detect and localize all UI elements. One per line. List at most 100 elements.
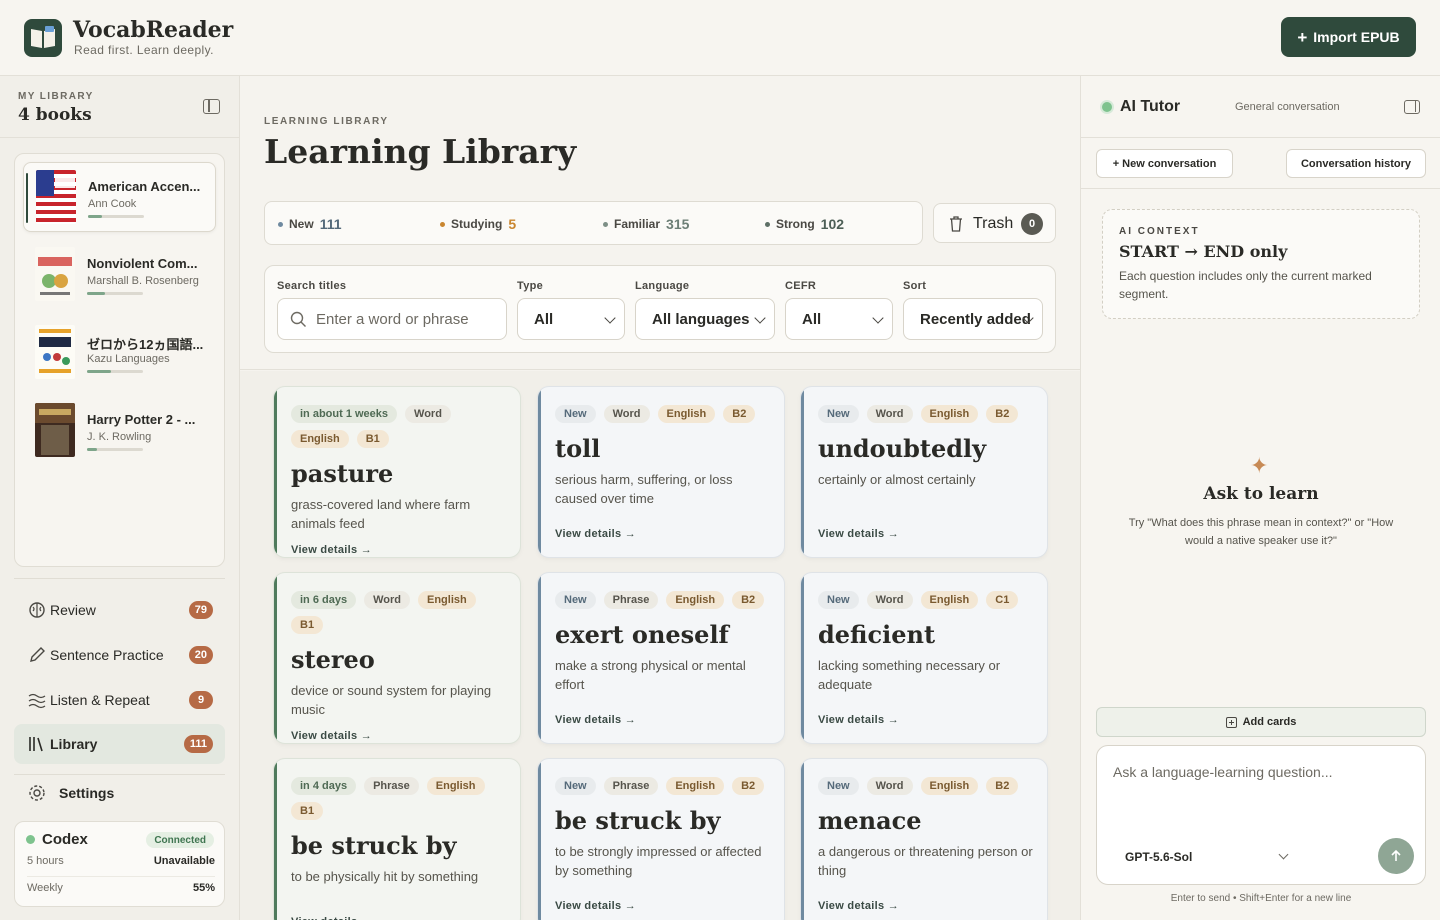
- card-tags: New Word English C1: [818, 591, 1034, 609]
- card-definition: device or sound system for playing music: [291, 683, 492, 717]
- cefr-select[interactable]: All: [785, 298, 893, 340]
- type-select-value: All: [534, 311, 554, 328]
- app-tagline: Read first. Learn deeply.: [74, 43, 214, 57]
- tag-lang: English: [920, 591, 979, 609]
- search-field[interactable]: [277, 298, 507, 340]
- waves-icon: [28, 693, 46, 709]
- books-icon: [29, 737, 43, 752]
- trash-button[interactable]: Trash 0: [933, 203, 1056, 243]
- context-title: START → END only: [1119, 242, 1288, 261]
- book-item[interactable]: Harry Potter 2 - ... J. K. Rowling: [23, 396, 216, 466]
- nav-item-library[interactable]: Library 111: [14, 724, 225, 764]
- nav-item-review[interactable]: Review 79: [14, 590, 225, 630]
- view-details-link[interactable]: View details →: [291, 916, 372, 920]
- sparkle-icon: ✦: [1250, 453, 1269, 478]
- card-tags: in about 1 weeks Word English B1: [291, 405, 507, 448]
- card-definition: lacking something necessary or adequate: [818, 658, 1001, 692]
- card-term: toll: [555, 434, 601, 463]
- vocab-card-grid: in about 1 weeks Word English B1 pasture gras…: [240, 371, 1080, 920]
- stat-new[interactable]: New 111: [278, 216, 342, 232]
- sidebar-collapse-icon[interactable]: [203, 99, 220, 114]
- view-details-link[interactable]: View details →: [555, 900, 636, 912]
- conversation-history-button[interactable]: Conversation history: [1286, 149, 1426, 178]
- review-count-badge: 79: [188, 601, 213, 619]
- trash-icon: [950, 216, 962, 232]
- type-select[interactable]: All: [517, 298, 625, 340]
- sort-select[interactable]: Recently added: [903, 298, 1043, 340]
- book-item[interactable]: Nonviolent Com... Marshall B. Rosenberg: [23, 240, 216, 310]
- view-details-link[interactable]: View details →: [555, 714, 636, 726]
- view-details-link[interactable]: View details →: [291, 544, 372, 556]
- book-progress: [87, 370, 143, 373]
- pencil-icon: [30, 647, 45, 662]
- vocab-card[interactable]: New Phrase English B2 be struck by to be stro…: [537, 758, 785, 920]
- tag-type: Phrase: [364, 777, 419, 795]
- vocab-card[interactable]: New Word English B2 undoubtedly certainly or …: [800, 386, 1048, 558]
- vocab-card[interactable]: in 4 days Phrase English B1 be struck by to b…: [273, 758, 521, 920]
- book-cover-harry-potter: [35, 403, 75, 457]
- vocab-card[interactable]: New Word English C1 deficient lacking somethi…: [800, 572, 1048, 744]
- tag-lang: English: [666, 591, 725, 609]
- tag-level: B2: [732, 591, 765, 609]
- book-progress-fill: [87, 370, 111, 373]
- tag-status: New: [818, 591, 859, 609]
- card-add-icon: [1225, 716, 1237, 728]
- tag-status: in 4 days: [291, 777, 357, 795]
- view-details-link[interactable]: View details →: [818, 900, 899, 912]
- trash-count-badge: 0: [1021, 213, 1043, 235]
- ask-title: Ask to learn: [1203, 484, 1319, 504]
- language-select[interactable]: All languages: [635, 298, 775, 340]
- panel-toggle-icon[interactable]: [1404, 100, 1420, 114]
- add-cards-label: Add cards: [1242, 716, 1297, 728]
- view-details-link[interactable]: View details →: [555, 528, 636, 540]
- card-definition: grass-covered land where farm animals fe…: [291, 497, 471, 531]
- view-details-link[interactable]: View details →: [291, 730, 372, 742]
- vocab-card[interactable]: in about 1 weeks Word English B1 pasture gras…: [273, 386, 521, 558]
- book-title: Nonviolent Com...: [87, 256, 198, 271]
- book-cover-american-accent: [36, 170, 76, 224]
- app-name: VocabReader: [73, 17, 234, 43]
- add-cards-button[interactable]: Add cards: [1096, 707, 1426, 737]
- tag-type: Phrase: [603, 777, 659, 795]
- vocab-card[interactable]: New Word English B2 menace a dangerous or thr…: [800, 758, 1048, 920]
- book-progress: [88, 215, 144, 218]
- stat-familiar[interactable]: Familiar 315: [603, 216, 689, 232]
- nav-label: Library: [50, 736, 98, 752]
- book-progress-fill: [87, 292, 105, 295]
- new-conversation-button[interactable]: + New conversation: [1096, 149, 1233, 178]
- sort-select-value: Recently added: [920, 311, 1031, 328]
- codex-row-value: 55%: [192, 882, 215, 894]
- import-epub-button[interactable]: + Import EPUB: [1281, 17, 1416, 57]
- stat-studying[interactable]: Studying 5: [440, 216, 516, 232]
- nav-item-sentence-practice[interactable]: Sentence Practice 20: [14, 635, 225, 675]
- view-details-link[interactable]: View details →: [818, 714, 899, 726]
- model-select-value[interactable]: GPT-5.6-Sol: [1125, 850, 1192, 864]
- search-input[interactable]: [316, 299, 496, 339]
- book-item[interactable]: ゼロから12ヵ国語... Kazu Languages: [23, 318, 216, 388]
- status-dot-icon: [1102, 102, 1112, 112]
- gear-icon: [29, 785, 45, 801]
- stat-value: 5: [508, 216, 517, 232]
- stat-label: Studying: [451, 217, 503, 231]
- stat-dot-icon: [278, 221, 283, 227]
- search-icon: [290, 311, 306, 327]
- stat-strong[interactable]: Strong 102: [765, 216, 844, 232]
- nav-item-settings[interactable]: Settings: [14, 773, 225, 813]
- chat-input[interactable]: [1113, 764, 1409, 814]
- vocab-card[interactable]: New Word English B2 toll serious harm, suffer…: [537, 386, 785, 558]
- book-progress: [87, 292, 143, 295]
- codex-row-label: 5 hours: [27, 855, 64, 867]
- nav-item-listen-repeat[interactable]: Listen & Repeat 9: [14, 680, 225, 720]
- vocab-card[interactable]: in 6 days Word English B1 stereo device or so…: [273, 572, 521, 744]
- view-details-link[interactable]: View details →: [818, 528, 899, 540]
- book-progress: [87, 448, 143, 451]
- vocab-card[interactable]: New Phrase English B2 exert oneself make a st…: [537, 572, 785, 744]
- library-kicker: MY LIBRARY: [18, 91, 94, 102]
- card-term: undoubtedly: [818, 434, 987, 463]
- book-author: Ann Cook: [88, 198, 137, 210]
- tag-type: Word: [866, 777, 913, 795]
- cefr-label: CEFR: [785, 280, 817, 292]
- chevron-down-icon[interactable]: [1278, 849, 1289, 860]
- send-button[interactable]: [1378, 838, 1414, 874]
- book-item[interactable]: American Accen... Ann Cook: [23, 162, 216, 232]
